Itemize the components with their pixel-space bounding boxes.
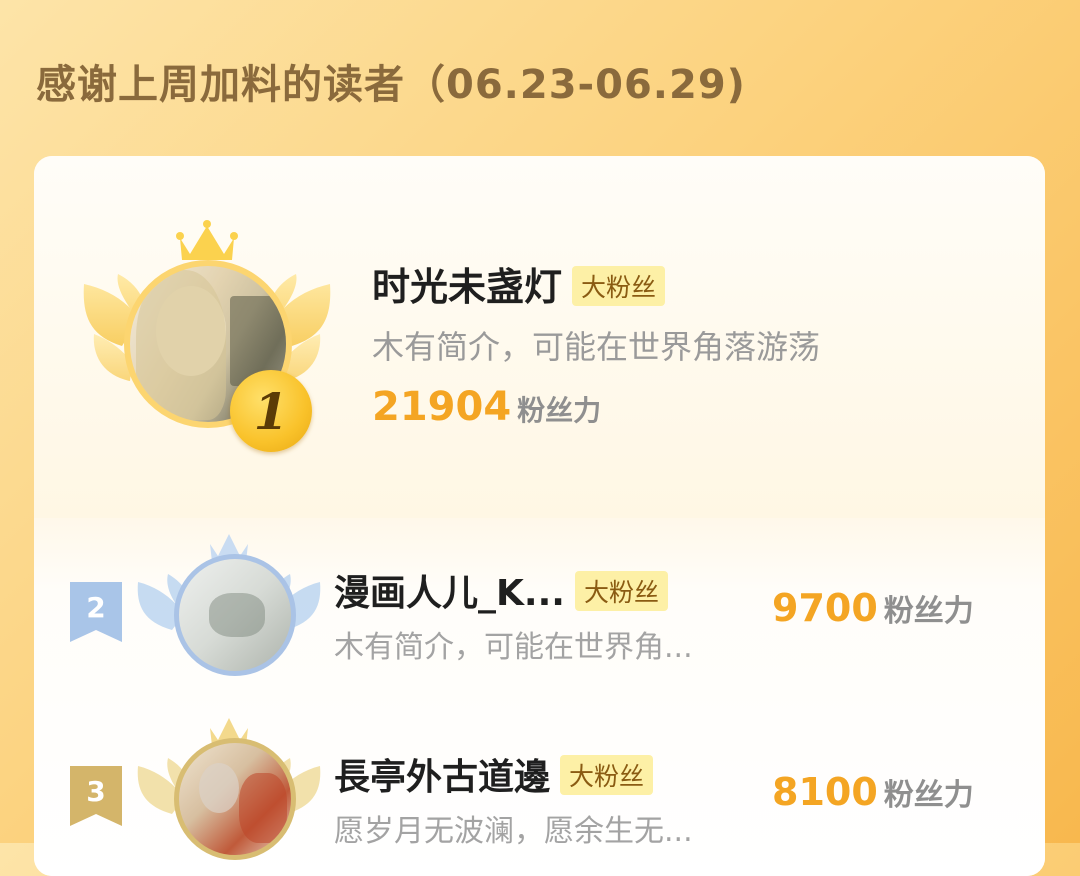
fan-power-value: 21904	[372, 384, 512, 430]
ranking-list: 2 漫画人儿_K... 大粉丝 木有简介，可能在世界角... 9700 粉丝力 3	[34, 518, 1045, 876]
fan-power-unit: 粉丝力	[883, 778, 974, 813]
avatar-rank-2[interactable]	[174, 554, 296, 676]
reader-bio: 木有简介，可能在世界角...	[334, 630, 693, 665]
avatar-rank-3[interactable]	[174, 738, 296, 860]
page-title: 感谢上周加料的读者（06.23-06.29)	[36, 62, 746, 108]
reader-name[interactable]: 时光未盏灯 大粉丝	[372, 256, 666, 311]
leaderboard-card: 1 时光未盏灯 大粉丝 木有简介，可能在世界角落游荡 21904 粉丝力 2 漫…	[34, 156, 1045, 876]
reader-name-text[interactable]: 时光未盏灯	[372, 265, 562, 309]
rank-1-coin: 1	[230, 370, 312, 452]
reader-name-text[interactable]: 漫画人儿_K...	[334, 573, 565, 614]
rank-number: 3	[86, 775, 105, 808]
reader-bio: 愿岁月无波澜，愿余生无...	[334, 814, 693, 849]
fan-power: 9700 粉丝力	[772, 586, 974, 630]
fan-power-unit: 粉丝力	[883, 594, 974, 629]
fan-level-badge: 大粉丝	[560, 755, 654, 795]
fan-level-badge: 大粉丝	[572, 265, 666, 306]
fan-power-value: 9700	[772, 586, 878, 630]
reader-bio: 木有简介，可能在世界角落游荡	[372, 328, 821, 366]
rank-flag-icon: 3	[70, 766, 122, 826]
reader-name[interactable]: 長亭外古道邊 大粉丝	[334, 748, 654, 800]
rank-number: 2	[86, 591, 105, 624]
fan-level-badge: 大粉丝	[574, 571, 668, 611]
list-item-rank-2[interactable]: 2 漫画人儿_K... 大粉丝 木有简介，可能在世界角... 9700 粉丝力	[34, 518, 1045, 676]
fan-power-value: 8100	[772, 770, 878, 814]
fan-power: 21904 粉丝力	[372, 384, 601, 430]
reader-name-text[interactable]: 長亭外古道邊	[334, 757, 550, 798]
top-reader-section[interactable]: 1 时光未盏灯 大粉丝 木有简介，可能在世界角落游荡 21904 粉丝力	[34, 156, 1045, 518]
reader-name[interactable]: 漫画人儿_K... 大粉丝	[334, 564, 668, 616]
rank-flag-icon: 2	[70, 582, 122, 642]
fan-power-unit: 粉丝力	[517, 394, 602, 427]
list-item-rank-3[interactable]: 3 長亭外古道邊 大粉丝 愿岁月无波澜，愿余生无... 8100 粉丝力	[34, 702, 1045, 860]
fan-power: 8100 粉丝力	[772, 770, 974, 814]
